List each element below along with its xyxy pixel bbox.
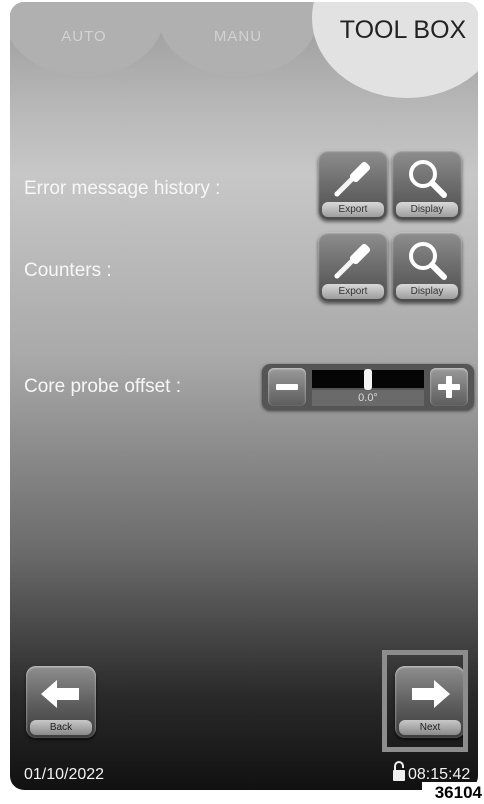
figure-reference: 36104 — [422, 782, 484, 804]
minus-icon — [276, 384, 298, 390]
display-caption: Display — [396, 284, 458, 299]
device-screen: AUTO MANU TOOL BOX Error message history… — [10, 2, 478, 790]
plus-icon — [438, 376, 460, 398]
export-caption: Export — [322, 284, 384, 299]
tab-tool-box[interactable]: TOOL BOX — [312, 2, 478, 98]
increase-button[interactable] — [430, 368, 468, 406]
core-probe-offset-label: Core probe offset : — [24, 376, 182, 397]
display-caption: Display — [396, 202, 458, 217]
tab-auto-label: AUTO — [61, 28, 107, 45]
magnifier-icon — [409, 242, 447, 280]
counters-export-button[interactable]: Export — [318, 232, 388, 302]
pipette-icon — [334, 243, 371, 279]
magnifier-icon — [409, 160, 447, 198]
pipette-icon — [334, 161, 371, 197]
padlock-icon — [393, 761, 405, 781]
back-button[interactable]: Back — [26, 666, 96, 738]
error-history-export-button[interactable]: Export — [318, 150, 388, 220]
arrow-left-icon — [41, 680, 79, 708]
next-button-highlight — [382, 650, 468, 752]
back-caption: Back — [30, 720, 92, 735]
counters-label: Counters : — [24, 260, 112, 281]
tab-tool-box-label: TOOL BOX — [339, 16, 467, 44]
offset-slider-knob[interactable] — [364, 369, 372, 390]
offset-value: 0.0° — [312, 390, 424, 406]
error-history-label: Error message history : — [24, 178, 221, 199]
export-caption: Export — [322, 202, 384, 217]
offset-slider-track[interactable] — [312, 369, 424, 390]
error-history-display-button[interactable]: Display — [392, 150, 462, 220]
counters-display-button[interactable]: Display — [392, 232, 462, 302]
decrease-button[interactable] — [268, 368, 306, 406]
tab-manu-label: MANU — [213, 28, 263, 45]
footer-date: 01/10/2022 — [24, 766, 105, 783]
core-probe-offset-stepper: 0.0° — [262, 364, 474, 410]
tab-auto[interactable]: AUTO — [10, 2, 164, 76]
tab-manu[interactable]: MANU — [158, 2, 318, 76]
